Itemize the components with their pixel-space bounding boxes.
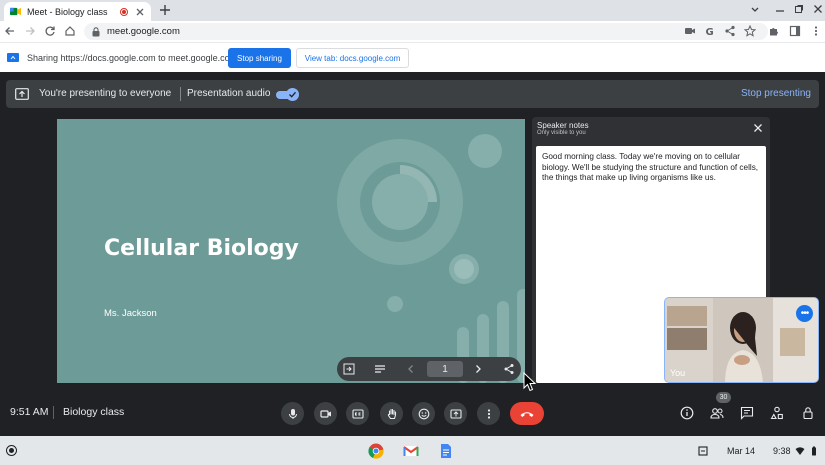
speaker-notes-subheading: Only visible to you — [537, 130, 586, 136]
wifi-icon[interactable] — [795, 446, 805, 456]
presentation-slide: Cellular Biology Ms. Jackson — [57, 119, 525, 383]
hang-up-icon — [520, 411, 534, 417]
share-slide-icon[interactable] — [503, 363, 515, 375]
more-options-icon[interactable]: ••• — [796, 305, 813, 322]
slide-controls: 1 — [337, 357, 521, 381]
presentation-audio-label: Presentation audio — [187, 88, 271, 99]
tote-icon[interactable] — [698, 446, 708, 456]
docs-app-icon[interactable] — [438, 443, 454, 459]
raise-hand-button[interactable] — [380, 402, 403, 425]
emoji-icon — [418, 408, 429, 419]
exit-presentation-icon[interactable] — [343, 363, 355, 375]
meet-stage: You're presenting to everyone Presentati… — [0, 72, 825, 436]
divider — [180, 87, 181, 101]
browser-tab[interactable]: Meet - Biology class — [4, 2, 151, 21]
host-controls-icon[interactable] — [801, 406, 815, 420]
reactions-button[interactable] — [412, 402, 435, 425]
launcher-icon[interactable] — [6, 445, 17, 456]
slide-title: Cellular Biology — [104, 236, 299, 261]
stop-presenting-button[interactable]: Stop presenting — [741, 88, 811, 99]
share-icon[interactable] — [724, 25, 736, 37]
captions-button[interactable] — [346, 402, 369, 425]
view-tab-button[interactable]: View tab: docs.google.com — [296, 48, 409, 68]
present-screen-icon — [15, 88, 29, 100]
microphone-icon — [288, 408, 297, 419]
sharing-infobar: Sharing https://docs.google.com to meet.… — [0, 42, 825, 72]
speaker-notes-heading: Speaker notes — [537, 121, 589, 130]
extensions-icon[interactable] — [768, 25, 780, 37]
home-icon[interactable] — [64, 25, 76, 37]
minimize-icon[interactable] — [774, 3, 786, 15]
more-options-button[interactable] — [477, 402, 500, 425]
presentation-audio-toggle[interactable] — [276, 88, 300, 101]
people-icon[interactable] — [710, 406, 724, 420]
chrome-app-icon[interactable] — [368, 443, 384, 459]
reload-icon[interactable] — [44, 25, 56, 37]
tab-strip: Meet - Biology class — [0, 0, 825, 21]
mouse-cursor-icon — [523, 372, 537, 392]
meeting-name: Biology class — [63, 406, 125, 418]
shelf-time[interactable]: 9:38 — [773, 446, 791, 456]
camera-in-use-icon[interactable] — [684, 25, 696, 37]
browser-toolbar: meet.google.com G — [0, 21, 825, 42]
meeting-time: 9:51 AM — [10, 406, 49, 418]
restore-icon[interactable] — [793, 3, 805, 15]
slide-author: Ms. Jackson — [104, 308, 157, 319]
google-lens-icon[interactable]: G — [704, 25, 716, 37]
gmail-app-icon[interactable] — [403, 443, 419, 459]
chat-icon[interactable] — [740, 406, 754, 420]
notes-icon[interactable] — [374, 363, 386, 375]
previous-slide-icon[interactable] — [405, 363, 417, 375]
meeting-details-icon[interactable] — [680, 406, 694, 420]
stop-sharing-button[interactable]: Stop sharing — [228, 48, 291, 68]
close-tab-icon[interactable] — [135, 7, 145, 17]
lock-icon — [92, 26, 100, 36]
captions-icon — [351, 408, 364, 419]
svg-text:G: G — [706, 27, 714, 37]
leave-call-button[interactable] — [510, 402, 544, 425]
tab-search-icon[interactable] — [749, 3, 761, 15]
browser-menu-icon[interactable] — [810, 25, 822, 37]
meet-favicon-icon — [10, 7, 21, 16]
slide-page-number[interactable]: 1 — [427, 361, 463, 377]
participant-count-badge: 30 — [716, 392, 731, 403]
self-video-tile[interactable]: You ••• — [664, 297, 819, 383]
present-icon — [449, 408, 462, 419]
address-bar[interactable]: meet.google.com — [84, 23, 768, 40]
camera-button[interactable] — [314, 402, 337, 425]
recording-indicator-icon — [120, 7, 128, 16]
close-notes-icon[interactable] — [753, 123, 763, 133]
bookmark-star-icon[interactable] — [744, 25, 756, 37]
vertical-dots-icon — [487, 408, 490, 419]
system-shelf: Mar 14 9:38 — [0, 436, 825, 465]
url-text: meet.google.com — [107, 26, 180, 37]
close-window-icon[interactable] — [812, 3, 824, 15]
activities-icon[interactable] — [770, 406, 784, 420]
shelf-date[interactable]: Mar 14 — [727, 446, 755, 456]
new-tab-icon[interactable] — [158, 3, 172, 17]
presenting-bar: You're presenting to everyone Presentati… — [6, 80, 819, 108]
forward-icon[interactable] — [24, 25, 36, 37]
present-button[interactable] — [444, 402, 467, 425]
presenting-status: You're presenting to everyone — [39, 88, 172, 99]
microphone-button[interactable] — [281, 402, 304, 425]
divider — [53, 406, 54, 419]
tab-title: Meet - Biology class — [27, 6, 108, 17]
back-icon[interactable] — [4, 25, 16, 37]
hand-icon — [387, 408, 396, 419]
side-panel-icon[interactable] — [789, 25, 801, 37]
self-label: You — [670, 368, 686, 378]
next-slide-icon[interactable] — [472, 363, 484, 375]
battery-icon[interactable] — [809, 446, 819, 456]
camera-icon — [319, 409, 331, 418]
screen-share-icon — [7, 53, 19, 62]
checkmark-icon — [286, 88, 299, 101]
sharing-message: Sharing https://docs.google.com to meet.… — [27, 53, 238, 63]
